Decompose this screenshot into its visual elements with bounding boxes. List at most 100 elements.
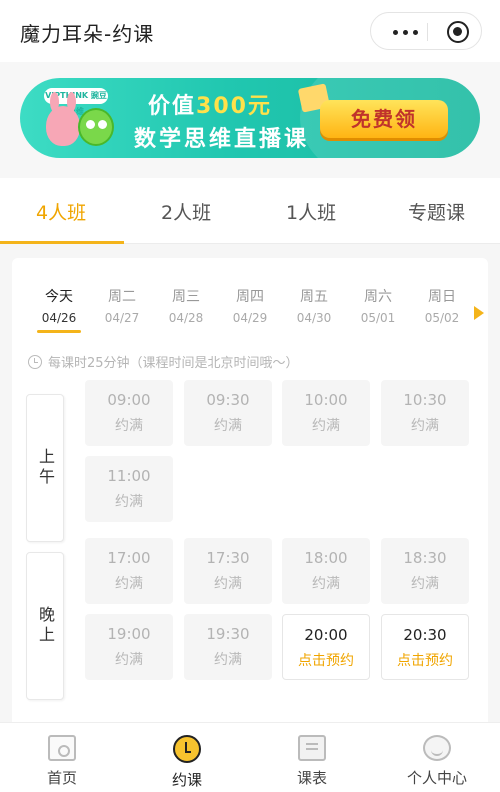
day-weekday: 周二 xyxy=(108,289,136,305)
day-fri[interactable]: 周五 04/30 xyxy=(290,286,338,325)
day-date: 04/26 xyxy=(41,311,77,325)
home-icon xyxy=(48,735,76,761)
nav-schedule[interactable]: 课表 xyxy=(262,735,362,788)
day-sat[interactable]: 周六 05/01 xyxy=(354,286,402,325)
day-date: 04/29 xyxy=(232,311,268,325)
book-now-link[interactable]: 点击预约 xyxy=(382,650,468,670)
day-date: 05/01 xyxy=(360,311,396,325)
time-slot[interactable]: 10:00 约满 xyxy=(282,380,370,446)
slot-time: 20:00 xyxy=(304,626,348,644)
time-slot-bookable[interactable]: 20:30 点击预约 xyxy=(381,614,469,680)
bird-mascot-icon xyxy=(78,108,114,146)
slot-status: 约满 xyxy=(411,418,439,434)
banner-value-prefix: 价值 xyxy=(148,94,197,119)
nav-home[interactable]: 首页 xyxy=(12,735,112,788)
day-date: 04/30 xyxy=(296,311,332,325)
clock-icon xyxy=(28,354,42,369)
slot-time: 17:30 xyxy=(206,549,250,567)
time-slot[interactable]: 18:00 约满 xyxy=(282,538,370,604)
tab-1-person[interactable]: 1人班 xyxy=(286,198,336,225)
day-weekday: 周三 xyxy=(172,289,200,305)
target-circle-icon[interactable] xyxy=(447,21,469,43)
next-days-arrow-icon[interactable] xyxy=(474,306,484,320)
slot-status: 约满 xyxy=(115,494,143,510)
miniprogram-capsule xyxy=(370,12,482,50)
nav-label: 首页 xyxy=(46,769,77,787)
period-morning: 上午 xyxy=(26,394,64,542)
period-label: 上午 xyxy=(36,448,55,488)
schedule-icon xyxy=(298,735,326,761)
class-type-tabs: 4人班 2人班 1人班 专题课 xyxy=(0,178,500,244)
time-slot[interactable]: 17:30 约满 xyxy=(184,538,272,604)
page-title: 魔力耳朵-约课 xyxy=(20,22,155,46)
slot-time: 18:30 xyxy=(403,549,447,567)
user-icon xyxy=(423,735,451,761)
period-evening: 晚上 xyxy=(26,552,64,700)
slot-status: 约满 xyxy=(411,576,439,592)
slot-time: 20:30 xyxy=(403,626,447,644)
day-weekday: 今天 xyxy=(45,289,73,305)
time-slot[interactable]: 09:30 约满 xyxy=(184,380,272,446)
tab-4-person[interactable]: 4人班 xyxy=(36,198,86,225)
promo-banner[interactable]: VIPTHINK 豌豆思维 价值300元 数学思维直播课 免费领 xyxy=(20,78,480,158)
header: 魔力耳朵-约课 xyxy=(0,0,500,62)
time-slot-bookable[interactable]: 20:00 点击预约 xyxy=(282,614,370,680)
slot-time: 18:00 xyxy=(304,549,348,567)
more-dots-icon[interactable] xyxy=(393,30,418,35)
slot-time: 19:00 xyxy=(107,625,151,643)
slot-status: 约满 xyxy=(214,418,242,434)
time-slot[interactable]: 10:30 约满 xyxy=(381,380,469,446)
bottom-nav: 首页 约课 课表 个人中心 xyxy=(0,722,500,792)
day-active-indicator xyxy=(37,330,81,333)
slot-time: 11:00 xyxy=(107,467,151,485)
rabbit-mascot-icon xyxy=(46,92,80,146)
nav-label: 约课 xyxy=(171,771,202,789)
time-slot[interactable]: 18:30 约满 xyxy=(381,538,469,604)
tab-2-person[interactable]: 2人班 xyxy=(161,198,211,225)
day-sun[interactable]: 周日 05/02 xyxy=(418,286,466,325)
period-label: 晚上 xyxy=(36,606,55,646)
banner-headline: 价值300元 xyxy=(148,88,272,120)
day-date: 05/02 xyxy=(424,311,460,325)
day-wed[interactable]: 周三 04/28 xyxy=(162,286,210,325)
nav-book-class[interactable]: 约课 xyxy=(137,735,237,790)
slot-time: 17:00 xyxy=(107,549,151,567)
day-today[interactable]: 今天 04/26 xyxy=(35,286,83,325)
day-date: 04/27 xyxy=(104,311,140,325)
time-slot[interactable]: 19:00 约满 xyxy=(85,614,173,680)
banner-value-amount: 300元 xyxy=(196,94,272,119)
day-weekday: 周日 xyxy=(428,289,456,305)
time-slot[interactable]: 17:00 约满 xyxy=(85,538,173,604)
day-tue[interactable]: 周二 04/27 xyxy=(98,286,146,325)
day-thu[interactable]: 周四 04/29 xyxy=(226,286,274,325)
time-slot[interactable]: 19:30 约满 xyxy=(184,614,272,680)
slot-time: 09:30 xyxy=(206,391,250,409)
slot-status: 约满 xyxy=(312,418,340,434)
slot-status: 约满 xyxy=(214,652,242,668)
time-slot[interactable]: 09:00 约满 xyxy=(85,380,173,446)
banner-subheadline: 数学思维直播课 xyxy=(134,127,310,152)
slot-status: 约满 xyxy=(115,418,143,434)
book-now-link[interactable]: 点击预约 xyxy=(283,650,369,670)
nav-label: 个人中心 xyxy=(406,769,467,787)
banner-area: VIPTHINK 豌豆思维 价值300元 数学思维直播课 免费领 xyxy=(0,62,500,178)
tab-special-course[interactable]: 专题课 xyxy=(408,198,465,225)
day-date: 04/28 xyxy=(168,311,204,325)
capsule-divider xyxy=(427,23,428,41)
schedule-content: 今天 04/26 周二 04/27 周三 04/28 周四 04/29 周五 0… xyxy=(0,244,500,728)
time-slot[interactable]: 11:00 约满 xyxy=(85,456,173,522)
duration-note-text: 每课时25分钟（课程时间是北京时间哦～） xyxy=(48,356,299,371)
day-weekday: 周六 xyxy=(364,289,392,305)
slot-time: 09:00 xyxy=(107,391,151,409)
slot-status: 约满 xyxy=(115,576,143,592)
slot-time: 10:00 xyxy=(304,391,348,409)
schedule-card: 今天 04/26 周二 04/27 周三 04/28 周四 04/29 周五 0… xyxy=(12,258,488,728)
slot-status: 约满 xyxy=(214,576,242,592)
slot-time: 10:30 xyxy=(403,391,447,409)
day-weekday: 周五 xyxy=(300,289,328,305)
day-weekday: 周四 xyxy=(236,289,264,305)
duration-note: 每课时25分钟（课程时间是北京时间哦～） xyxy=(28,352,299,371)
nav-profile[interactable]: 个人中心 xyxy=(387,735,487,788)
claim-free-button[interactable]: 免费领 xyxy=(320,100,448,138)
alarm-clock-icon xyxy=(173,735,201,763)
